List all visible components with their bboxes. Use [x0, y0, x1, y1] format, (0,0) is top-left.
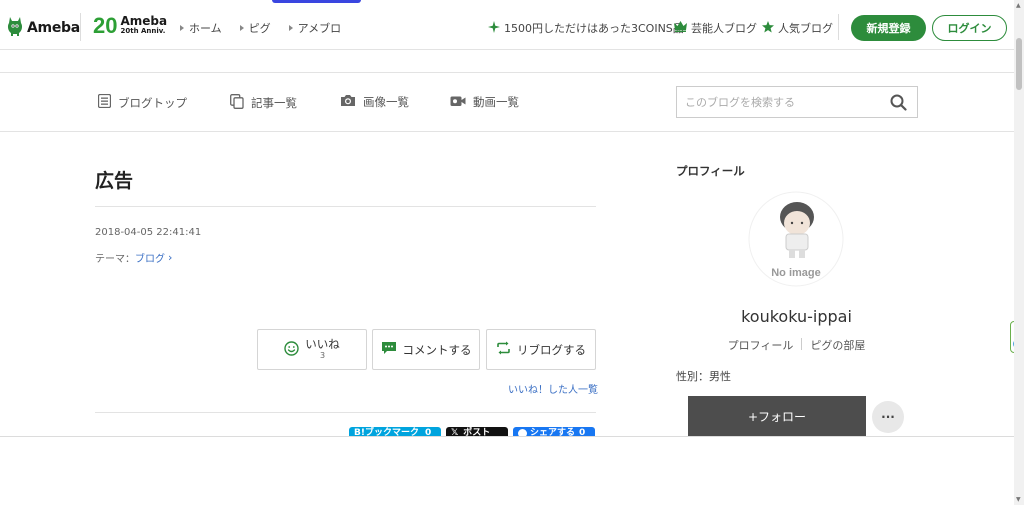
blognav-articles[interactable]: 記事一覧	[230, 94, 297, 112]
document-icon	[97, 93, 112, 111]
ameba-mascot-icon	[7, 16, 23, 40]
theme-label: テーマ：	[95, 254, 135, 265]
triangle-right-icon	[288, 25, 293, 31]
reblog-label: リブログする	[517, 342, 586, 357]
blognav-videos-label: 動画一覧	[473, 95, 519, 109]
likes-list-link[interactable]: いいね！した人一覧	[508, 381, 598, 396]
like-button[interactable]: いいね 3	[257, 329, 367, 370]
theme-link[interactable]: ブログ	[135, 250, 165, 265]
blognav-videos[interactable]: 動画一覧	[450, 94, 519, 110]
star-icon	[762, 20, 774, 36]
smile-icon	[284, 340, 299, 359]
blognav-images-label: 画像一覧	[363, 95, 409, 109]
promo-link-label: 1500円しただけはあった3COINS品	[504, 22, 684, 35]
avatar[interactable]: No image	[748, 191, 844, 287]
nav-pigg[interactable]: ピグ	[239, 20, 271, 36]
blognav-top-border	[0, 72, 1014, 73]
register-button[interactable]: 新規登録	[851, 15, 926, 41]
header-divider-right	[838, 14, 839, 40]
title-divider	[95, 206, 596, 207]
camera-icon	[340, 94, 356, 110]
anniv-subtitle: 20th Anniv.	[120, 27, 166, 35]
page-scrollbar[interactable]: ▲ ▼	[1014, 0, 1024, 505]
bottom-panel	[0, 436, 1014, 505]
reblog-button[interactable]: リブログする	[486, 329, 596, 370]
top-indicator	[272, 0, 361, 3]
profile-link[interactable]: プロフィール	[728, 337, 794, 353]
like-label: いいね	[305, 336, 340, 351]
follow-button[interactable]: +フォロー	[688, 396, 866, 436]
header-border	[0, 49, 1014, 50]
like-count: 3	[319, 350, 326, 360]
video-icon	[450, 95, 466, 110]
share-divider	[95, 412, 596, 413]
global-header: Ameba 20 Ameba 20th Anniv. ホーム ピグ アメブロ 1…	[0, 0, 1014, 50]
anniv-title: Ameba	[120, 14, 168, 28]
blognav-bottom-border	[0, 131, 1014, 132]
popular-blog-label: 人気ブログ	[778, 22, 833, 35]
nav-ameblo-label: アメブロ	[297, 22, 342, 35]
nav-home[interactable]: ホーム	[180, 20, 222, 36]
ameba-logo[interactable]: Ameba	[7, 16, 80, 40]
page: Ameba 20 Ameba 20th Anniv. ホーム ピグ アメブロ 1…	[0, 0, 1024, 505]
comment-label: コメントする	[402, 342, 472, 357]
anniversary-logo[interactable]: 20 Ameba 20th Anniv.	[93, 15, 167, 37]
search-icon[interactable]	[890, 94, 907, 115]
triangle-right-icon	[239, 25, 244, 31]
crown-icon	[674, 21, 687, 35]
scrollbar-thumb[interactable]	[1016, 38, 1022, 90]
blognav-blog-top[interactable]: ブログトップ	[97, 93, 187, 111]
login-button[interactable]: ログイン	[932, 15, 1007, 41]
scroll-down-icon[interactable]: ▼	[1016, 496, 1021, 503]
logo-text: Ameba	[27, 20, 80, 36]
profile-heading: プロフィール	[676, 164, 745, 178]
blog-search	[676, 86, 918, 118]
article-theme: テーマ： ブログ ›	[95, 250, 172, 265]
blog-search-input[interactable]	[685, 95, 885, 109]
celeb-blog-label: 芸能人ブログ	[691, 22, 757, 35]
comment-button[interactable]: コメントする	[372, 329, 480, 370]
more-options-button[interactable]: ···	[872, 401, 904, 433]
noimage-text: No image	[771, 267, 821, 279]
popular-blog-link[interactable]: 人気ブログ	[762, 20, 833, 36]
chevron-right-icon: ›	[168, 251, 173, 264]
anniv-number: 20	[93, 13, 118, 38]
blognav-articles-label: 記事一覧	[251, 96, 297, 110]
article-date: 2018-04-05 22:41:41	[95, 227, 202, 238]
sparkle-icon	[488, 20, 500, 36]
blognav-blog-top-label: ブログトップ	[118, 95, 187, 110]
promo-link[interactable]: 1500円しただけはあった3COINS品	[488, 20, 684, 36]
reblog-icon	[496, 341, 511, 358]
header-divider	[80, 13, 81, 41]
global-nav: ホーム ピグ アメブロ	[180, 20, 359, 36]
link-separator	[801, 338, 803, 350]
nav-ameblo[interactable]: アメブロ	[288, 20, 342, 36]
celeb-blog-link[interactable]: 芸能人ブログ	[674, 20, 757, 36]
comment-icon	[381, 341, 397, 358]
blognav-images[interactable]: 画像一覧	[340, 94, 409, 110]
profile-gender: 性別：男性	[676, 370, 731, 383]
triangle-right-icon	[180, 25, 184, 31]
pigg-room-link[interactable]: ピグの部屋	[810, 337, 865, 353]
profile-links: プロフィール ピグの部屋	[676, 337, 917, 353]
article-title: 広告	[95, 170, 134, 192]
nav-home-label: ホーム	[189, 22, 222, 35]
copy-icon	[230, 94, 244, 112]
nav-pigg-label: ピグ	[248, 22, 271, 35]
profile-username[interactable]: koukoku-ippai	[676, 307, 917, 326]
scroll-up-icon[interactable]: ▲	[1016, 2, 1021, 9]
